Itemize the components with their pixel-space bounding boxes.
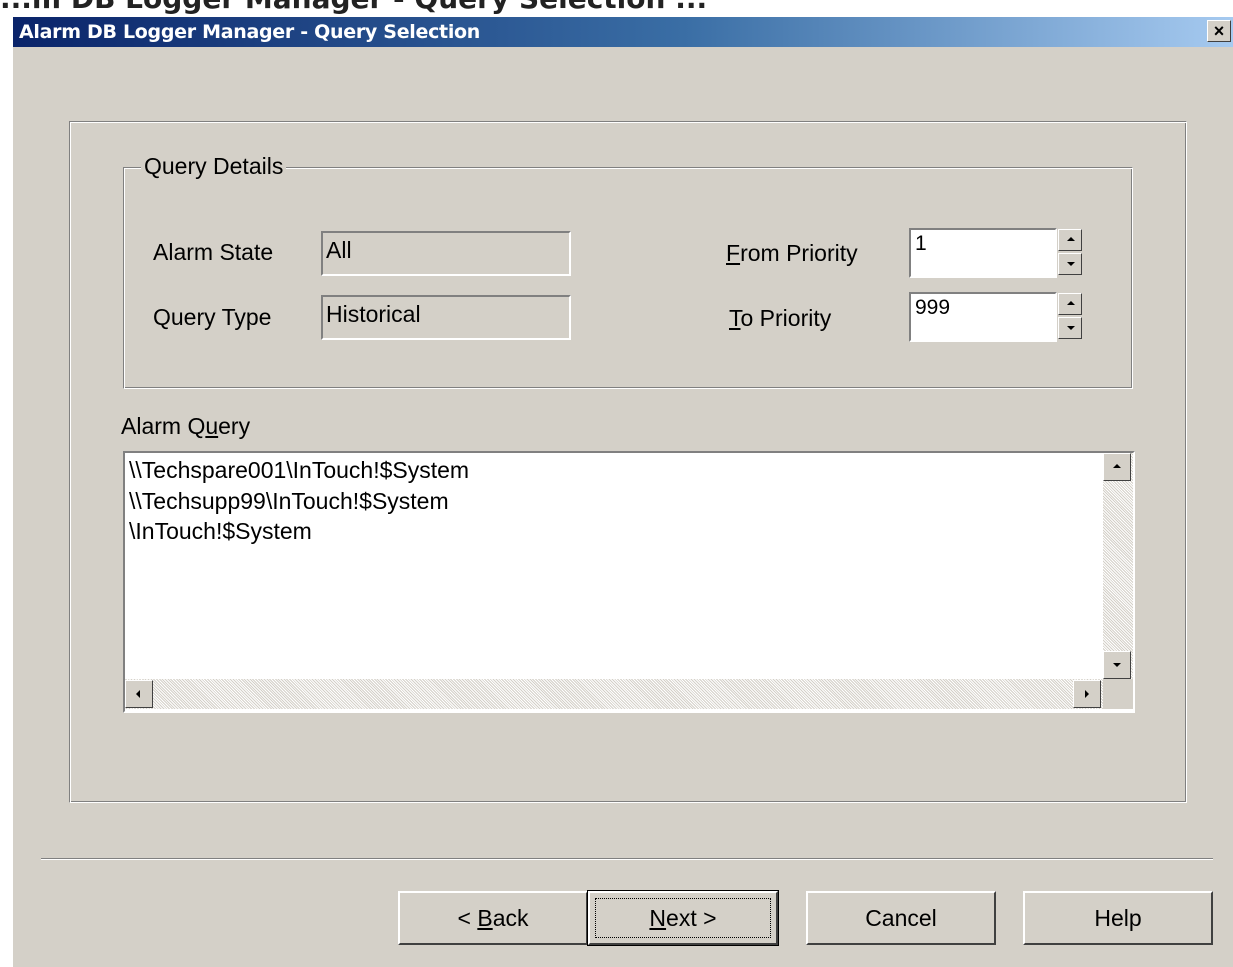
query-selection-window: Alarm DB Logger Manager - Query Selectio… (12, 16, 1233, 967)
cancel-button[interactable]: Cancel (806, 891, 996, 945)
title-bar[interactable]: Alarm DB Logger Manager - Query Selectio… (13, 17, 1233, 47)
from-priority-down-button[interactable] (1058, 253, 1082, 275)
query-details-label: Query Details (141, 153, 287, 180)
from-priority-label: From Priority (726, 240, 858, 267)
to-priority-down-button[interactable] (1058, 317, 1082, 339)
background-page-text: ...m DB Logger Manager - Query Selection… (0, 0, 707, 15)
help-button[interactable]: Help (1023, 891, 1213, 945)
button-separator (41, 858, 1213, 860)
from-priority-up-button[interactable] (1058, 229, 1082, 251)
back-button-mnemonic: B (477, 904, 493, 931)
to-priority-input[interactable]: 999 (909, 292, 1057, 342)
next-button[interactable]: Next > (587, 890, 779, 946)
arrow-up-icon (1067, 237, 1075, 241)
back-button-label: ack (492, 904, 529, 931)
alarm-query-label: Alarm Query (121, 413, 250, 440)
arrow-down-icon (1067, 262, 1075, 266)
alarm-query-list[interactable]: \\Techspare001\InTouch!$System \\Techsup… (123, 451, 1135, 713)
list-item[interactable]: \\Techsupp99\InTouch!$System (129, 488, 449, 515)
horizontal-scrollbar[interactable] (125, 679, 1103, 709)
scroll-right-button[interactable] (1073, 680, 1101, 708)
back-button[interactable]: < Back (398, 891, 588, 945)
arrow-right-icon (1085, 690, 1089, 698)
arrow-left-icon (136, 690, 140, 698)
from-priority-label-text: rom Priority (740, 240, 858, 266)
arrow-up-icon (1067, 301, 1075, 305)
background-page: ...m DB Logger Manager - Query Selection… (0, 0, 1233, 16)
to-priority-mnemonic: T (729, 305, 741, 331)
list-item[interactable]: \InTouch!$System (129, 518, 312, 545)
arrow-up-icon (1113, 464, 1121, 468)
query-details-group (123, 167, 1133, 389)
alarm-state-label: Alarm State (153, 239, 274, 265)
scroll-up-button[interactable] (1103, 453, 1131, 481)
to-priority-up-button[interactable] (1058, 293, 1082, 315)
list-item[interactable]: \\Techspare001\InTouch!$System (129, 457, 469, 484)
to-priority-label-text: o Priority (740, 305, 832, 331)
focus-rectangle (595, 898, 771, 938)
query-type-field: Historical (321, 295, 571, 340)
query-type-label: Query Type (153, 304, 272, 330)
alarm-state-field: All (321, 231, 571, 276)
arrow-down-icon (1113, 663, 1121, 667)
alarm-query-mnemonic: u (205, 413, 219, 439)
scroll-down-button[interactable] (1103, 651, 1131, 679)
close-button[interactable]: × (1207, 20, 1231, 42)
from-priority-input[interactable]: 1 (909, 228, 1057, 278)
close-icon: × (1213, 21, 1225, 41)
alarm-query-label-prefix: Alarm Q (121, 413, 206, 439)
vertical-scrollbar[interactable] (1103, 453, 1133, 679)
scrollbar-corner (1103, 679, 1133, 709)
scroll-left-button[interactable] (125, 680, 153, 708)
back-button-prefix: < (457, 904, 478, 931)
from-priority-mnemonic: F (726, 240, 741, 266)
to-priority-label: To Priority (729, 305, 831, 332)
alarm-query-label-suffix: ery (218, 413, 251, 439)
window-title: Alarm DB Logger Manager - Query Selectio… (19, 21, 481, 43)
arrow-down-icon (1067, 326, 1075, 330)
